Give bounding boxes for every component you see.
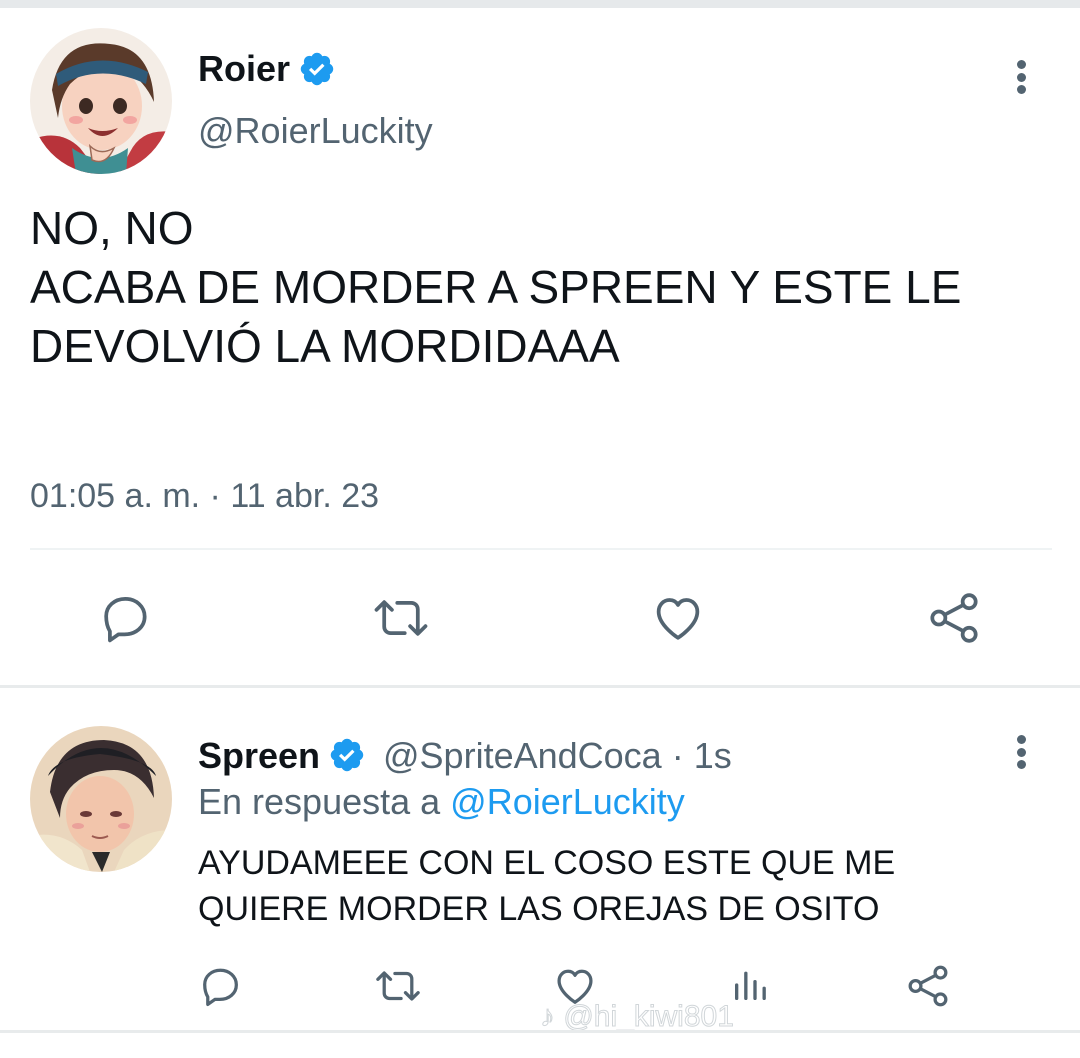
bottom-separator [0, 1030, 1080, 1033]
spreen-avatar[interactable] [30, 726, 172, 872]
tweet-separator [0, 685, 1080, 688]
reply-to-link[interactable]: @RoierLuckity [450, 781, 685, 822]
tweet-text-line: DEVOLVIÓ LA MORDIDAAA [30, 320, 620, 372]
verified-badge-icon [328, 736, 366, 779]
analytics-icon[interactable] [730, 965, 770, 1005]
verified-badge-icon [298, 50, 336, 93]
share-icon[interactable] [924, 590, 984, 646]
reply-icon[interactable] [198, 963, 244, 1009]
tweet-text-line: ACABA DE MORDER A SPREEN Y ESTE LE [30, 261, 962, 313]
reply-icon[interactable] [98, 590, 154, 646]
watermark: ♪ @hi_kiwi801 [540, 1000, 735, 1034]
roier-avatar[interactable] [30, 28, 172, 174]
more-options-icon[interactable] [1016, 60, 1026, 94]
tiktok-logo-icon: ♪ [540, 1000, 556, 1034]
like-icon[interactable] [650, 590, 706, 646]
author-name-text: Spreen [198, 735, 321, 776]
watermark-text: @hi_kiwi801 [563, 1000, 735, 1034]
tweet-text-line: NO, NO [30, 202, 194, 254]
actions-divider [30, 548, 1052, 550]
tweet-text: NO, NO ACABA DE MORDER A SPREEN Y ESTE L… [30, 199, 1040, 376]
spreen-author-name[interactable]: Spreen [198, 735, 320, 777]
retweet-icon[interactable] [370, 590, 432, 646]
reply-text-line: QUIERE MORDER LAS OREJAS DE OSITO [198, 890, 880, 928]
author-name-text: Roier [198, 48, 291, 89]
spreen-author-handle[interactable]: @SpriteAndCoca · 1s [383, 735, 732, 777]
roier-author-handle[interactable]: @RoierLuckity [198, 110, 433, 152]
reply-prefix: En respuesta a [198, 781, 441, 822]
reply-time: · 1s [671, 735, 732, 776]
retweet-icon[interactable] [372, 963, 424, 1009]
roier-author-name[interactable]: Roier [198, 48, 290, 90]
reply-text-line: AYUDAMEEE CON EL COSO ESTE QUE ME [198, 844, 896, 882]
reply-text: AYUDAMEEE CON EL COSO ESTE QUE ME QUIERE… [198, 840, 1058, 932]
share-icon[interactable] [904, 963, 952, 1009]
top-divider [0, 0, 1080, 8]
handle-text: @SpriteAndCoca [383, 735, 662, 776]
reply-context: En respuesta a @RoierLuckity [198, 781, 685, 823]
more-options-icon[interactable] [1016, 735, 1026, 769]
tweet-timestamp[interactable]: 01:05 a. m. · 11 abr. 23 [30, 477, 379, 516]
